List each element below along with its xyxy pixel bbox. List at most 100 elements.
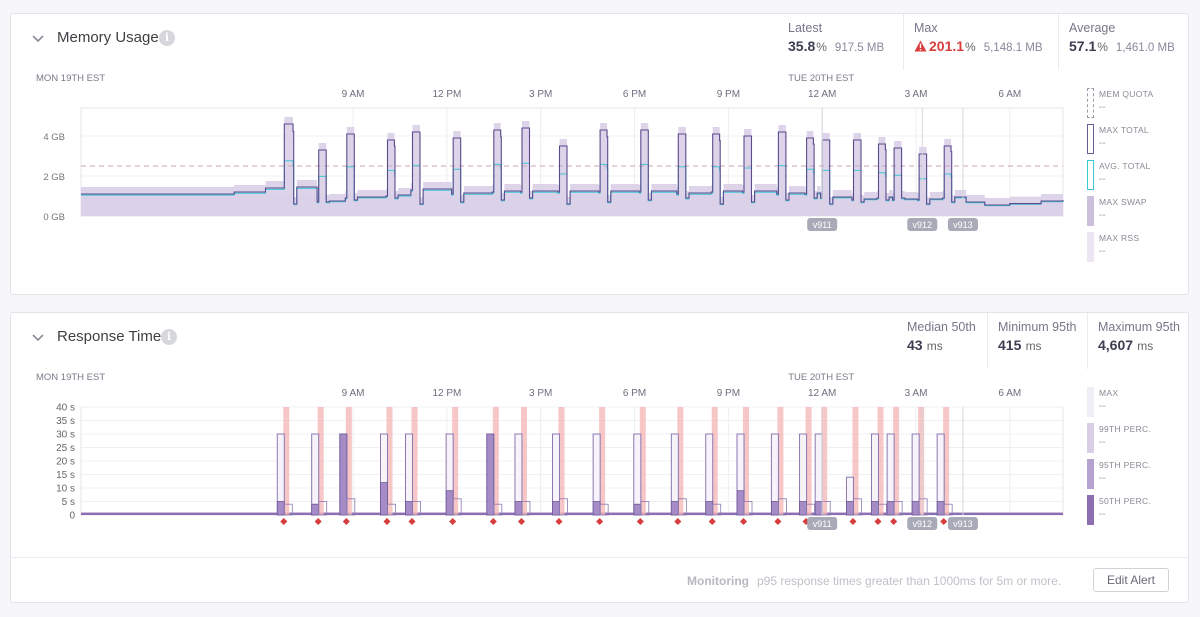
legend-value: -- [1099, 401, 1106, 412]
alert-marker [708, 517, 716, 526]
y-tick-label: 40 s [56, 403, 75, 414]
edit-alert-button[interactable]: Edit Alert [1093, 568, 1169, 592]
legend-max-swap[interactable]: MAX SWAP -- [1077, 196, 1187, 230]
alert-marker [874, 517, 882, 526]
stat-value: 57.1 [1069, 38, 1097, 54]
p95-bar [552, 501, 560, 516]
legend-mem-quota[interactable]: MEM QUOTA -- [1077, 88, 1187, 122]
y-tick-label: 5 s [62, 497, 75, 508]
legend-95th[interactable]: 95TH PERC. -- [1077, 459, 1187, 493]
legend-50th[interactable]: 50TH PERC. -- [1077, 495, 1187, 529]
stat-label: Average [1069, 21, 1116, 35]
hour-label: 6 AM [998, 89, 1021, 100]
p99-bar [633, 433, 642, 516]
hour-label: 6 PM [623, 89, 646, 100]
legend-max[interactable]: MAX -- [1077, 387, 1187, 421]
p95-bar [911, 501, 920, 516]
legend-label: MAX SWAP [1099, 197, 1147, 207]
hour-label: 9 PM [717, 388, 740, 399]
alert-marker [890, 517, 898, 526]
p95-bar [633, 503, 642, 516]
legend-value: -- [1099, 509, 1106, 520]
stat-unit: ms [1137, 339, 1154, 353]
alert-marker [280, 517, 288, 526]
p95-bar [380, 482, 388, 516]
p95-bar [670, 501, 679, 516]
release-label: v912 [913, 220, 933, 230]
p95-bar [886, 501, 895, 516]
y-tick-label: 0 [69, 511, 75, 522]
release-label: v912 [913, 519, 933, 529]
legend-avg-total[interactable]: AVG. TOTAL -- [1077, 160, 1187, 194]
alert-marker [449, 517, 457, 526]
p95-bar [405, 501, 413, 516]
hour-label: 9 AM [342, 388, 365, 399]
p95-bar [705, 501, 714, 516]
legend-label: MEM QUOTA [1099, 89, 1154, 99]
p95-bar [814, 501, 823, 516]
hour-label: 12 AM [808, 388, 836, 399]
alert-footer: Monitoring p95 response times greater th… [11, 557, 1188, 603]
legend-value: -- [1099, 138, 1106, 149]
legend-value: -- [1099, 473, 1106, 484]
p95-bar [514, 501, 523, 516]
y-tick-label: 2 GB [43, 172, 65, 183]
legend-label: 95TH PERC. [1099, 460, 1152, 470]
hour-label: 3 PM [529, 89, 552, 100]
stat-value: 4,607 [1098, 337, 1134, 353]
day-label: TUE 20TH EST [788, 372, 854, 383]
p95-bar [771, 501, 779, 516]
y-tick-label: 35 s [56, 416, 75, 427]
memory-usage-chart: MON 19TH EST TUE 20TH EST 9 AM 12 PM 3 PM 6 P… [36, 73, 1064, 231]
legend-value: -- [1099, 102, 1106, 113]
hour-label: 12 PM [432, 388, 461, 399]
p95-bar [936, 501, 945, 516]
alert-marker [774, 517, 782, 526]
legend-value: -- [1099, 437, 1106, 448]
memory-usage-panel: Memory Usage i Latest 35.8% 917.5 MB Max … [10, 13, 1189, 295]
alert-marker [596, 517, 604, 526]
alert-marker [489, 517, 497, 526]
y-tick-label: 4 GB [43, 132, 65, 143]
alert-marker [517, 517, 525, 526]
p95-bar [339, 433, 348, 516]
alert-marker [555, 517, 563, 526]
legend-label: MAX RSS [1099, 233, 1140, 243]
alert-marker [314, 517, 322, 526]
legend-max-total[interactable]: MAX TOTAL -- [1077, 124, 1187, 158]
legend-label: MAX [1099, 388, 1119, 398]
hour-label: 3 PM [529, 388, 552, 399]
response-time-panel: Response Time i Median 50th 43 ms Minimu… [10, 312, 1189, 603]
release-label: v913 [953, 519, 973, 529]
legend-max-rss[interactable]: MAX RSS -- [1077, 232, 1187, 266]
p95-bar [445, 490, 454, 516]
legend-99th[interactable]: 99TH PERC. -- [1077, 423, 1187, 457]
p95-bar [592, 501, 601, 516]
alert-marker [739, 517, 748, 526]
y-tick-label: 15 s [56, 470, 75, 481]
legend-label: 50TH PERC. [1099, 496, 1152, 506]
alert-marker [674, 517, 682, 526]
p95-bar [311, 503, 320, 516]
response-time-chart: MON 19TH EST TUE 20TH EST 9 AM 12 PM 3 PM 6 P… [36, 372, 1064, 530]
day-label: MON 19TH EST [36, 372, 105, 383]
hour-label: 12 AM [808, 89, 836, 100]
legend-label: 99TH PERC. [1099, 424, 1152, 434]
release-label: v911 [813, 519, 832, 529]
alert-marker [849, 517, 857, 526]
p95-bar [871, 501, 879, 516]
alert-marker [408, 517, 416, 526]
day-label: TUE 20TH EST [788, 73, 854, 84]
alert-marker [342, 517, 350, 526]
legend-value: -- [1099, 174, 1106, 185]
p95-bar [846, 501, 854, 516]
p95-bar [736, 490, 745, 516]
legend-label: AVG. TOTAL [1099, 161, 1151, 171]
hour-label: 12 PM [432, 89, 461, 100]
alert-marker [636, 517, 644, 526]
y-tick-label: 0 GB [43, 212, 65, 223]
monitoring-text: p95 response times greater than 1000ms f… [757, 574, 1062, 588]
y-tick-label: 10 s [56, 484, 75, 495]
hour-label: 6 AM [998, 388, 1021, 399]
hour-label: 3 AM [905, 89, 928, 100]
